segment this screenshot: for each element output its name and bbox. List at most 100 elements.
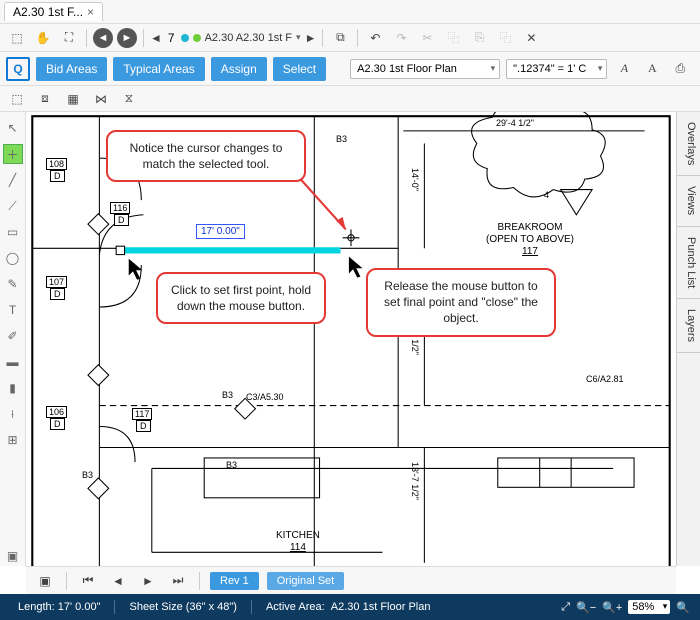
nav-forward-button[interactable]: ► — [117, 28, 137, 48]
tag-108: 108 — [46, 158, 67, 170]
first-page-icon[interactable]: ⏮ — [77, 570, 99, 592]
hand-icon[interactable]: ✋ — [32, 27, 54, 49]
pencil-tool[interactable]: ✎ — [3, 274, 23, 294]
ellipse-tool[interactable]: ◯ — [3, 248, 23, 268]
select-button[interactable]: Select — [273, 57, 326, 81]
status-length-value: 17' 0.00" — [58, 601, 101, 613]
line-tool[interactable]: ╱ — [3, 170, 23, 190]
drawing-canvas[interactable]: 17' 0.00" BREAKROOM (OPEN TO ABOVE) 117 … — [26, 112, 676, 566]
ruler-tool[interactable]: ⟊ — [3, 404, 23, 424]
paint-tool[interactable]: ▮ — [3, 378, 23, 398]
tag-d3: D — [50, 288, 65, 300]
tag-b3d: B3 — [82, 470, 93, 480]
document-tab-row: A2.30 1st F... × — [0, 0, 700, 24]
copy2-icon[interactable]: ⿻ — [442, 27, 464, 49]
secondary-toolbar: Q Bid Areas Typical Areas Assign Select … — [0, 52, 700, 86]
rect-tool[interactable]: ▭ — [3, 222, 23, 242]
tag-d5: D — [136, 420, 151, 432]
cut-icon[interactable]: ✂ — [416, 27, 438, 49]
tab-punch-list[interactable]: Punch List — [677, 227, 700, 299]
tab-views[interactable]: Views — [677, 176, 700, 226]
status-sheet-size: Sheet Size (36" x 48") — [121, 601, 244, 613]
cursor-icon[interactable]: ⬚ — [6, 27, 28, 49]
ref-c3: C3/A5.30 — [246, 392, 284, 402]
ref-c6: C6/A2.81 — [586, 374, 624, 384]
kitchen-label: KITCHEN — [276, 530, 320, 542]
typical-areas-button[interactable]: Typical Areas — [113, 57, 204, 81]
main-toolbar: ⬚ ✋ ⛶ ◄ ► ◄ 7 A2.30 A2.30 1st F ▾ ► ⧉ ↶ … — [0, 24, 700, 52]
document-tab[interactable]: A2.30 1st F... × — [4, 2, 103, 21]
layout2-icon[interactable]: ⧈ — [34, 88, 56, 110]
tag-107: 107 — [46, 276, 67, 288]
zoom-out-icon[interactable]: 🔍− — [576, 601, 596, 614]
viewport-icon[interactable]: ▣ — [3, 546, 23, 566]
layout1-icon[interactable]: ⬚ — [6, 88, 28, 110]
breakroom-sub-label: (OPEN TO ABOVE) — [486, 234, 574, 246]
thumbnail-icon[interactable]: ▣ — [34, 570, 56, 592]
set-pill[interactable]: Original Set — [267, 572, 344, 590]
side-panel-tabs: Overlays Views Punch List Layers — [676, 112, 700, 566]
callout-release: Release the mouse button to set final po… — [366, 268, 556, 337]
pointer-tool[interactable]: ↖ — [3, 118, 23, 138]
bottom-nav: ▣ ⏮ ◄ ► ⏭ Rev 1 Original Set — [26, 566, 676, 594]
revision-pill[interactable]: Rev 1 — [210, 572, 259, 590]
redo-icon[interactable]: ↷ — [390, 27, 412, 49]
zoom-region-icon[interactable]: ⛶ — [58, 27, 80, 49]
measurement-label: 17' 0.00" — [196, 224, 245, 239]
fit-icon[interactable]: ⤢ — [561, 601, 570, 614]
close-icon[interactable]: × — [87, 5, 94, 19]
selection-mode-icon[interactable]: Q — [6, 57, 30, 81]
tag-d4: D — [50, 418, 65, 430]
dim-top: 29'-4 1/2" — [496, 118, 534, 128]
status-length-label: Length: — [18, 601, 55, 613]
paste-icon[interactable]: ⎘ — [468, 27, 490, 49]
breakroom-num: 117 — [486, 246, 574, 258]
page-label: A2.30 A2.30 1st F — [205, 32, 292, 44]
zoom-dropdown[interactable]: 58% — [628, 600, 670, 614]
flip-h-icon[interactable]: ⋈ — [90, 88, 112, 110]
tab-layers[interactable]: Layers — [677, 299, 700, 353]
document-tab-title: A2.30 1st F... — [13, 5, 83, 19]
layout3-icon[interactable]: ▦ — [62, 88, 84, 110]
font-a2-icon[interactable]: A — [641, 58, 663, 80]
status-dot-green — [193, 34, 201, 42]
search-icon[interactable]: 🔍 — [676, 601, 690, 614]
nav-back-button[interactable]: ◄ — [93, 28, 113, 48]
callout-first-point: Click to set first point, hold down the … — [156, 272, 326, 324]
status-dot-cyan — [181, 34, 189, 42]
polyline-tool[interactable]: ⟋ — [3, 196, 23, 216]
tag-d2: D — [114, 214, 129, 226]
bid-areas-button[interactable]: Bid Areas — [36, 57, 107, 81]
tag-b3a: B3 — [336, 134, 347, 144]
measure-tool[interactable]: ＋ — [3, 144, 23, 164]
tag-b3c: B3 — [226, 460, 237, 470]
breakroom-label: BREAKROOM — [486, 222, 574, 234]
clone-icon[interactable]: ⿻ — [494, 27, 516, 49]
undo-icon[interactable]: ↶ — [364, 27, 386, 49]
flip-v-icon[interactable]: ⧖ — [118, 88, 140, 110]
bubble-4: 4 — [544, 190, 549, 200]
copy-icon[interactable]: ⧉ — [329, 27, 351, 49]
prev-page-icon[interactable]: ◄ — [107, 570, 129, 592]
dim-r1: 14'-0" — [410, 168, 420, 191]
tag-d1: D — [50, 170, 65, 182]
tag-106: 106 — [46, 406, 67, 418]
last-page-icon[interactable]: ⏭ — [167, 570, 189, 592]
sheet-dropdown[interactable]: A2.30 1st Floor Plan — [350, 59, 500, 79]
tool-palette: ↖ ＋ ╱ ⟋ ▭ ◯ ✎ T ✐ ▬ ▮ ⟊ ⊞ ▣ — [0, 112, 26, 566]
page-number: 7 — [166, 31, 177, 45]
text-tool[interactable]: T — [3, 300, 23, 320]
next-page-icon[interactable]: ► — [137, 570, 159, 592]
assign-button[interactable]: Assign — [211, 57, 267, 81]
scale-dropdown[interactable]: ".12374" = 1' C — [506, 59, 607, 79]
delete-icon[interactable]: ✕ — [520, 27, 542, 49]
tab-overlays[interactable]: Overlays — [677, 112, 700, 176]
tertiary-toolbar: ⬚ ⧈ ▦ ⋈ ⧖ — [0, 86, 700, 112]
print-icon[interactable]: ⎙ — [669, 58, 691, 80]
note-tool[interactable]: ✐ — [3, 326, 23, 346]
font-a-icon[interactable]: A — [613, 58, 635, 80]
tag-116: 116 — [110, 202, 130, 214]
dim-tool[interactable]: ⊞ — [3, 430, 23, 450]
highlight-tool[interactable]: ▬ — [3, 352, 23, 372]
zoom-in-icon[interactable]: 🔍+ — [602, 601, 622, 614]
